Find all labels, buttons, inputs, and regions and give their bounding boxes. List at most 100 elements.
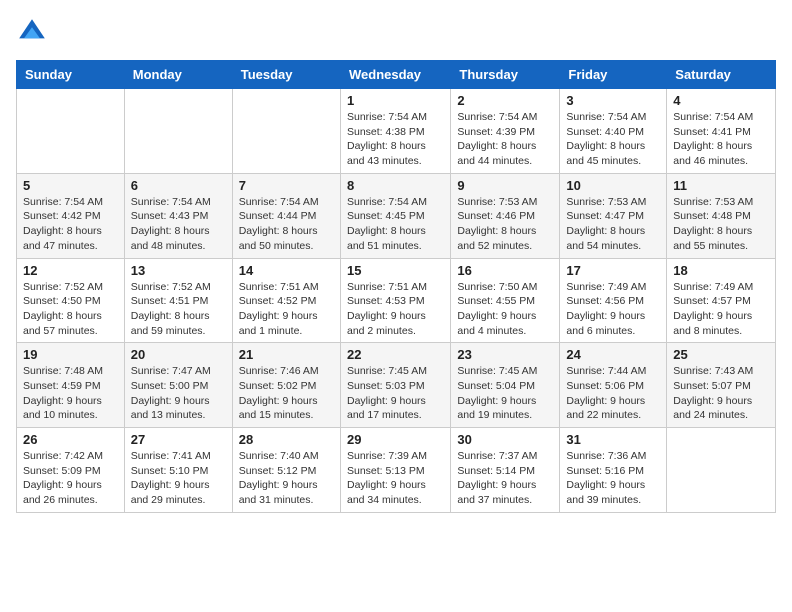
calendar-cell: 5 Sunrise: 7:54 AM Sunset: 4:42 PM Daylig…	[17, 173, 125, 258]
calendar-cell: 25Sunrise: 7:43 AM Sunset: 5:07 PM Dayli…	[667, 343, 776, 428]
day-number: 2	[457, 93, 553, 108]
calendar-cell: 12 Sunrise: 7:52 AM Sunset: 4:50 PM Dayli…	[17, 258, 125, 343]
calendar-cell: 8 Sunrise: 7:54 AM Sunset: 4:45 PM Daylig…	[340, 173, 450, 258]
day-info: Sunrise: 7:50 AM Sunset: 4:55 PM Dayligh…	[457, 280, 553, 339]
calendar-cell: 23 Sunrise: 7:45 AM Sunset: 5:04 PM Dayli…	[451, 343, 560, 428]
header-tuesday: Tuesday	[232, 61, 340, 89]
day-info: Sunrise: 7:39 AM Sunset: 5:13 PM Dayligh…	[347, 449, 444, 508]
day-info: Sunrise: 7:44 AM Sunset: 5:06 PM Dayligh…	[566, 364, 660, 423]
calendar-cell: 22Sunrise: 7:45 AM Sunset: 5:03 PM Dayli…	[340, 343, 450, 428]
calendar-cell: 11 Sunrise: 7:53 AM Sunset: 4:48 PM Dayli…	[667, 173, 776, 258]
day-number: 25	[673, 347, 769, 362]
day-info: Sunrise: 7:49 AM Sunset: 4:56 PM Dayligh…	[566, 280, 660, 339]
calendar-header-row: SundayMondayTuesdayWednesdayThursdayFrid…	[17, 61, 776, 89]
calendar-cell: 3 Sunrise: 7:54 AM Sunset: 4:40 PM Daylig…	[560, 89, 667, 174]
day-number: 12	[23, 263, 118, 278]
calendar-table: SundayMondayTuesdayWednesdayThursdayFrid…	[16, 60, 776, 513]
calendar-week-row: 5 Sunrise: 7:54 AM Sunset: 4:42 PM Daylig…	[17, 173, 776, 258]
day-info: Sunrise: 7:53 AM Sunset: 4:47 PM Dayligh…	[566, 195, 660, 254]
day-info: Sunrise: 7:51 AM Sunset: 4:53 PM Dayligh…	[347, 280, 444, 339]
calendar-cell: 27 Sunrise: 7:41 AM Sunset: 5:10 PM Dayli…	[124, 428, 232, 513]
day-info: Sunrise: 7:45 AM Sunset: 5:04 PM Dayligh…	[457, 364, 553, 423]
calendar-cell: 18Sunrise: 7:49 AM Sunset: 4:57 PM Dayli…	[667, 258, 776, 343]
day-number: 10	[566, 178, 660, 193]
calendar-week-row: 19 Sunrise: 7:48 AM Sunset: 4:59 PM Dayli…	[17, 343, 776, 428]
calendar-cell: 29 Sunrise: 7:39 AM Sunset: 5:13 PM Dayli…	[340, 428, 450, 513]
day-info: Sunrise: 7:51 AM Sunset: 4:52 PM Dayligh…	[239, 280, 334, 339]
day-info: Sunrise: 7:41 AM Sunset: 5:10 PM Dayligh…	[131, 449, 226, 508]
calendar-cell: 31Sunrise: 7:36 AM Sunset: 5:16 PM Dayli…	[560, 428, 667, 513]
header-monday: Monday	[124, 61, 232, 89]
day-number: 26	[23, 432, 118, 447]
logo-icon	[16, 16, 48, 48]
day-number: 6	[131, 178, 226, 193]
calendar-cell: 24Sunrise: 7:44 AM Sunset: 5:06 PM Dayli…	[560, 343, 667, 428]
day-number: 18	[673, 263, 769, 278]
day-info: Sunrise: 7:42 AM Sunset: 5:09 PM Dayligh…	[23, 449, 118, 508]
calendar-cell: 26 Sunrise: 7:42 AM Sunset: 5:09 PM Dayli…	[17, 428, 125, 513]
day-number: 5	[23, 178, 118, 193]
day-number: 31	[566, 432, 660, 447]
day-number: 17	[566, 263, 660, 278]
day-number: 27	[131, 432, 226, 447]
day-info: Sunrise: 7:54 AM Sunset: 4:43 PM Dayligh…	[131, 195, 226, 254]
day-number: 16	[457, 263, 553, 278]
day-number: 14	[239, 263, 334, 278]
header-saturday: Saturday	[667, 61, 776, 89]
day-info: Sunrise: 7:54 AM Sunset: 4:44 PM Dayligh…	[239, 195, 334, 254]
calendar-cell: 17 Sunrise: 7:49 AM Sunset: 4:56 PM Dayli…	[560, 258, 667, 343]
calendar-cell: 13Sunrise: 7:52 AM Sunset: 4:51 PM Dayli…	[124, 258, 232, 343]
day-info: Sunrise: 7:47 AM Sunset: 5:00 PM Dayligh…	[131, 364, 226, 423]
day-info: Sunrise: 7:54 AM Sunset: 4:38 PM Dayligh…	[347, 110, 444, 169]
day-number: 23	[457, 347, 553, 362]
calendar-cell: 2 Sunrise: 7:54 AM Sunset: 4:39 PM Daylig…	[451, 89, 560, 174]
header-thursday: Thursday	[451, 61, 560, 89]
header-sunday: Sunday	[17, 61, 125, 89]
calendar-cell: 1 Sunrise: 7:54 AM Sunset: 4:38 PM Daylig…	[340, 89, 450, 174]
day-info: Sunrise: 7:46 AM Sunset: 5:02 PM Dayligh…	[239, 364, 334, 423]
day-info: Sunrise: 7:53 AM Sunset: 4:48 PM Dayligh…	[673, 195, 769, 254]
header-wednesday: Wednesday	[340, 61, 450, 89]
day-info: Sunrise: 7:54 AM Sunset: 4:39 PM Dayligh…	[457, 110, 553, 169]
calendar-cell: 16 Sunrise: 7:50 AM Sunset: 4:55 PM Dayli…	[451, 258, 560, 343]
calendar-cell: 20Sunrise: 7:47 AM Sunset: 5:00 PM Dayli…	[124, 343, 232, 428]
calendar-cell: 7 Sunrise: 7:54 AM Sunset: 4:44 PM Daylig…	[232, 173, 340, 258]
day-number: 11	[673, 178, 769, 193]
day-info: Sunrise: 7:53 AM Sunset: 4:46 PM Dayligh…	[457, 195, 553, 254]
day-number: 4	[673, 93, 769, 108]
day-number: 9	[457, 178, 553, 193]
day-number: 15	[347, 263, 444, 278]
calendar-cell	[667, 428, 776, 513]
day-info: Sunrise: 7:52 AM Sunset: 4:50 PM Dayligh…	[23, 280, 118, 339]
day-number: 21	[239, 347, 334, 362]
calendar-week-row: 12 Sunrise: 7:52 AM Sunset: 4:50 PM Dayli…	[17, 258, 776, 343]
calendar-cell: 15 Sunrise: 7:51 AM Sunset: 4:53 PM Dayli…	[340, 258, 450, 343]
calendar-cell	[232, 89, 340, 174]
calendar-cell: 6 Sunrise: 7:54 AM Sunset: 4:43 PM Daylig…	[124, 173, 232, 258]
header-friday: Friday	[560, 61, 667, 89]
calendar-cell	[17, 89, 125, 174]
calendar-cell: 21 Sunrise: 7:46 AM Sunset: 5:02 PM Dayli…	[232, 343, 340, 428]
calendar-cell: 28Sunrise: 7:40 AM Sunset: 5:12 PM Dayli…	[232, 428, 340, 513]
day-number: 3	[566, 93, 660, 108]
day-info: Sunrise: 7:54 AM Sunset: 4:40 PM Dayligh…	[566, 110, 660, 169]
page-header	[16, 16, 776, 48]
day-number: 28	[239, 432, 334, 447]
calendar-cell: 10 Sunrise: 7:53 AM Sunset: 4:47 PM Dayli…	[560, 173, 667, 258]
logo	[16, 16, 52, 48]
day-number: 22	[347, 347, 444, 362]
day-info: Sunrise: 7:48 AM Sunset: 4:59 PM Dayligh…	[23, 364, 118, 423]
day-number: 8	[347, 178, 444, 193]
day-number: 30	[457, 432, 553, 447]
day-number: 7	[239, 178, 334, 193]
day-number: 29	[347, 432, 444, 447]
calendar-week-row: 1 Sunrise: 7:54 AM Sunset: 4:38 PM Daylig…	[17, 89, 776, 174]
calendar-cell: 19 Sunrise: 7:48 AM Sunset: 4:59 PM Dayli…	[17, 343, 125, 428]
day-info: Sunrise: 7:52 AM Sunset: 4:51 PM Dayligh…	[131, 280, 226, 339]
day-number: 19	[23, 347, 118, 362]
day-number: 1	[347, 93, 444, 108]
calendar-week-row: 26 Sunrise: 7:42 AM Sunset: 5:09 PM Dayli…	[17, 428, 776, 513]
day-info: Sunrise: 7:54 AM Sunset: 4:42 PM Dayligh…	[23, 195, 118, 254]
day-info: Sunrise: 7:54 AM Sunset: 4:41 PM Dayligh…	[673, 110, 769, 169]
day-info: Sunrise: 7:54 AM Sunset: 4:45 PM Dayligh…	[347, 195, 444, 254]
